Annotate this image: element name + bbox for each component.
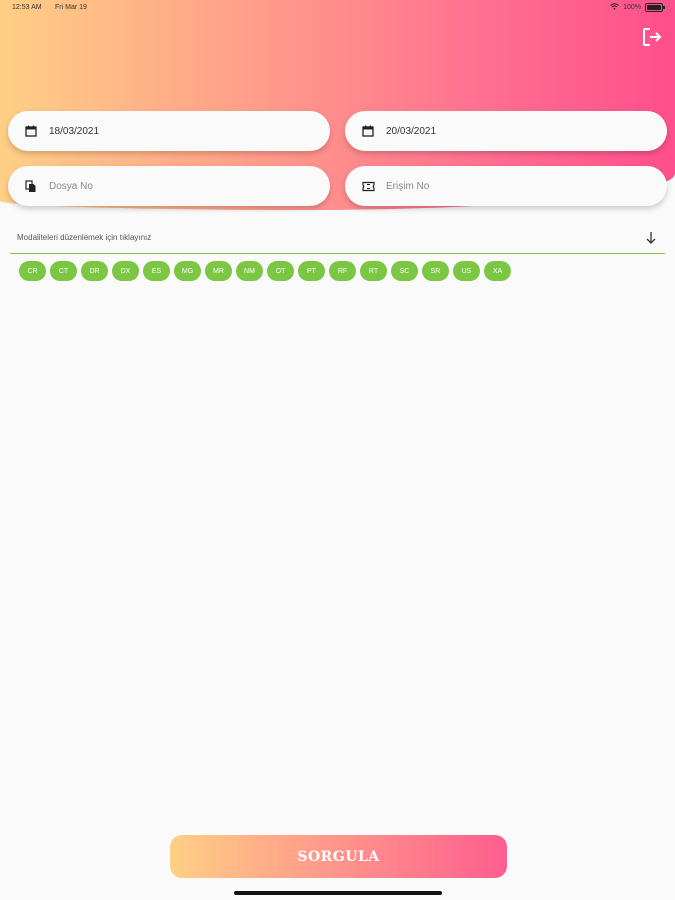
modality-chip[interactable]: PT: [298, 261, 325, 281]
dosya-no-placeholder: Dosya No: [49, 180, 93, 192]
modality-select-label: Modaliteleri düzenlemek için tıklayınız: [17, 233, 152, 242]
calendar-icon: [24, 124, 38, 138]
status-time: 12:53 AM: [12, 4, 42, 11]
calendar-icon: [361, 124, 375, 138]
dosya-no-field[interactable]: Dosya No: [8, 166, 330, 206]
query-button[interactable]: SORGULA: [170, 835, 507, 878]
logout-button[interactable]: [641, 26, 663, 48]
modality-chip[interactable]: RT: [360, 261, 387, 281]
modality-chip[interactable]: ES: [143, 261, 170, 281]
start-date-value: 18/03/2021: [49, 125, 100, 137]
modality-chip[interactable]: DR: [81, 261, 108, 281]
logout-icon: [643, 28, 662, 46]
wifi-icon: [610, 3, 619, 12]
modality-chip[interactable]: US: [453, 261, 480, 281]
modality-chip[interactable]: DX: [112, 261, 139, 281]
modality-chip[interactable]: CT: [50, 261, 77, 281]
modality-chip[interactable]: SC: [391, 261, 418, 281]
battery-percent: 100%: [623, 4, 641, 11]
arrow-down-icon: [645, 231, 657, 245]
end-date-value: 20/03/2021: [386, 125, 437, 137]
modality-chips: CR CT DR DX ES MG MR NM OT PT RF RT SC S…: [19, 261, 511, 281]
modality-chip[interactable]: XA: [484, 261, 511, 281]
erisim-no-placeholder: Erişim No: [386, 180, 430, 192]
battery-icon: [645, 3, 665, 12]
status-right: 100%: [610, 3, 665, 12]
ticket-icon: [361, 179, 375, 193]
modality-chip[interactable]: MR: [205, 261, 232, 281]
modality-chip[interactable]: RF: [329, 261, 356, 281]
end-date-field[interactable]: 20/03/2021: [345, 111, 667, 151]
erisim-no-field[interactable]: Erişim No: [345, 166, 667, 206]
modality-chip[interactable]: OT: [267, 261, 294, 281]
start-date-field[interactable]: 18/03/2021: [8, 111, 330, 151]
home-indicator: [234, 891, 442, 895]
modality-chip[interactable]: SR: [422, 261, 449, 281]
modality-chip[interactable]: MG: [174, 261, 201, 281]
modality-chip[interactable]: CR: [19, 261, 46, 281]
status-date: Fri Mar 19: [55, 4, 87, 11]
status-bar: 12:53 AM Fri Mar 19 100%: [0, 0, 675, 18]
modality-chip[interactable]: NM: [236, 261, 263, 281]
file-copy-icon: [24, 179, 38, 193]
modality-select[interactable]: Modaliteleri düzenlemek için tıklayınız: [10, 225, 665, 254]
